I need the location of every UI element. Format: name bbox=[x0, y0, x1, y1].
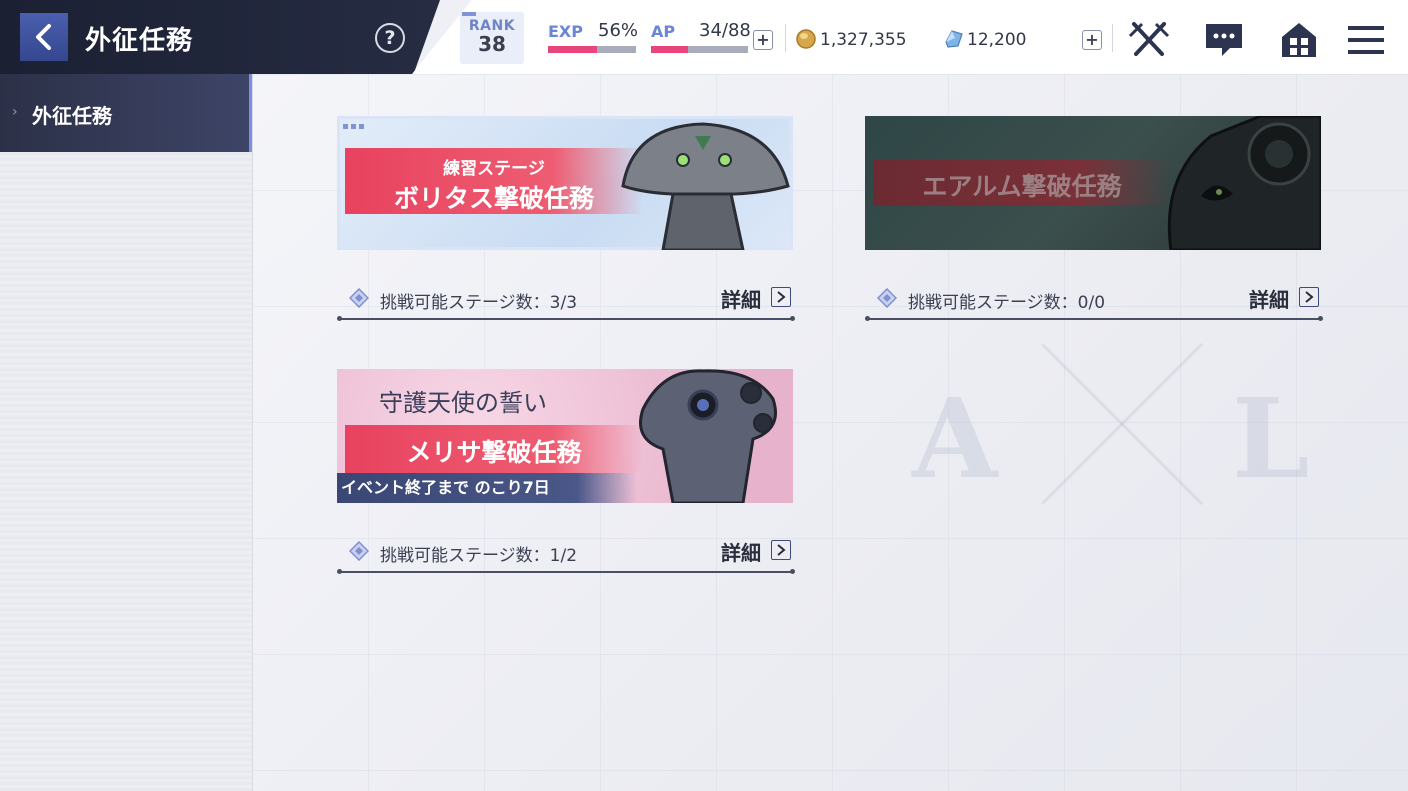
chat-icon[interactable] bbox=[1203, 20, 1245, 60]
mushroom-monster-art bbox=[621, 122, 790, 250]
detail-button[interactable]: 詳細 bbox=[721, 537, 761, 566]
decor-dots bbox=[343, 124, 364, 129]
mission-banner[interactable]: 守護天使の誓い メリサ撃破任務 イベント終了まで のこり7日 bbox=[337, 369, 793, 503]
crystal-icon bbox=[945, 30, 963, 48]
coin-icon bbox=[796, 29, 816, 49]
mission-footer: 挑戦可能ステージ数：3/3 詳細 bbox=[337, 250, 795, 321]
mission-card: 守護天使の誓い メリサ撃破任務 イベント終了まで のこり7日 挑戦可能ステージ数… bbox=[337, 369, 795, 574]
diamond-icon bbox=[349, 288, 369, 308]
home-icon[interactable] bbox=[1279, 20, 1319, 60]
exp-bar bbox=[548, 46, 636, 53]
ap-bar-fill bbox=[651, 46, 689, 53]
detail-button[interactable]: 詳細 bbox=[1249, 284, 1289, 313]
mission-title: ボリタス撃破任務 bbox=[393, 184, 594, 213]
mission-card: 練習ステージ ボリタス撃破任務 挑戦可能ステージ数：3/3 詳細 bbox=[337, 116, 795, 321]
bg-decor-cross bbox=[1040, 342, 1204, 506]
bg-decor-letter: L bbox=[1232, 374, 1310, 503]
mission-banner[interactable]: 練習ステージ ボリタス撃破任務 bbox=[337, 116, 793, 250]
stage-count-text: 挑戦可能ステージ数：0/0 bbox=[908, 293, 1106, 313]
mission-title: エアルム撃破任務 bbox=[922, 172, 1122, 201]
divider bbox=[785, 24, 786, 52]
top-bar: 外征任務 ? RANK 38 EXP 56% AP 34/88 + 1,327,… bbox=[0, 0, 1408, 74]
chevron-right-icon: › bbox=[12, 104, 18, 120]
mission-footer: 挑戦可能ステージ数：0/0 詳細 bbox=[865, 250, 1323, 321]
detail-button[interactable]: 詳細 bbox=[721, 284, 761, 313]
rank-badge: RANK 38 bbox=[460, 12, 524, 64]
stage-count-text: 挑戦可能ステージ数：1/2 bbox=[380, 546, 578, 566]
help-button[interactable]: ? bbox=[375, 23, 405, 53]
exp-value: 56% bbox=[598, 20, 639, 41]
page-title: 外征任務 bbox=[85, 26, 194, 56]
mission-banner[interactable]: エアルム撃破任務 bbox=[865, 116, 1321, 250]
sidebar-item-expedition[interactable]: › 外征任務 bbox=[0, 74, 252, 152]
ap-add-button[interactable]: + bbox=[753, 30, 773, 50]
event-subtitle: 守護天使の誓い bbox=[379, 389, 547, 417]
chevron-right-icon[interactable] bbox=[771, 287, 791, 307]
mission-footer: 挑戦可能ステージ数：1/2 詳細 bbox=[337, 503, 795, 574]
chevron-left-icon bbox=[36, 24, 51, 50]
footer-divider bbox=[337, 569, 795, 574]
mission-subtitle: 練習ステージ bbox=[443, 159, 545, 179]
crystal-amount: 12,200 bbox=[967, 30, 1027, 50]
exp-label: EXP bbox=[548, 22, 583, 41]
event-remaining-banner: イベント終了まで のこり7日 bbox=[337, 473, 637, 503]
chevron-right-icon[interactable] bbox=[771, 540, 791, 560]
rank-value: 38 bbox=[478, 32, 506, 56]
chevron-right-icon[interactable] bbox=[1299, 287, 1319, 307]
mission-ribbon: 練習ステージ ボリタス撃破任務 bbox=[345, 148, 643, 214]
ap-value: 34/88 bbox=[699, 20, 751, 41]
ap-label: AP bbox=[651, 22, 676, 41]
armored-monster-art bbox=[1167, 116, 1321, 250]
back-button[interactable] bbox=[20, 13, 68, 61]
bg-decor-letter: A bbox=[912, 374, 998, 503]
mission-card: エアルム撃破任務 挑戦可能ステージ数：0/0 詳細 bbox=[865, 116, 1323, 321]
stage-count-text: 挑戦可能ステージ数：3/3 bbox=[380, 293, 578, 313]
sidebar-item-label: 外征任務 bbox=[32, 104, 112, 128]
diamond-icon bbox=[349, 541, 369, 561]
crystal-add-button[interactable]: + bbox=[1082, 30, 1102, 50]
sidebar: › 外征任務 bbox=[0, 74, 253, 791]
menu-icon[interactable] bbox=[1347, 20, 1385, 60]
coin-amount: 1,327,355 bbox=[820, 30, 907, 50]
ap-bar bbox=[651, 46, 748, 53]
battle-swords-icon[interactable] bbox=[1128, 20, 1170, 58]
footer-divider bbox=[337, 316, 795, 321]
footer-divider bbox=[865, 316, 1323, 321]
divider bbox=[1112, 24, 1113, 52]
mission-ribbon: エアルム撃破任務 bbox=[873, 160, 1171, 206]
diamond-icon bbox=[877, 288, 897, 308]
mission-title: メリサ撃破任務 bbox=[406, 438, 582, 467]
mission-ribbon: メリサ撃破任務 bbox=[345, 425, 643, 473]
exp-bar-fill bbox=[548, 46, 598, 53]
